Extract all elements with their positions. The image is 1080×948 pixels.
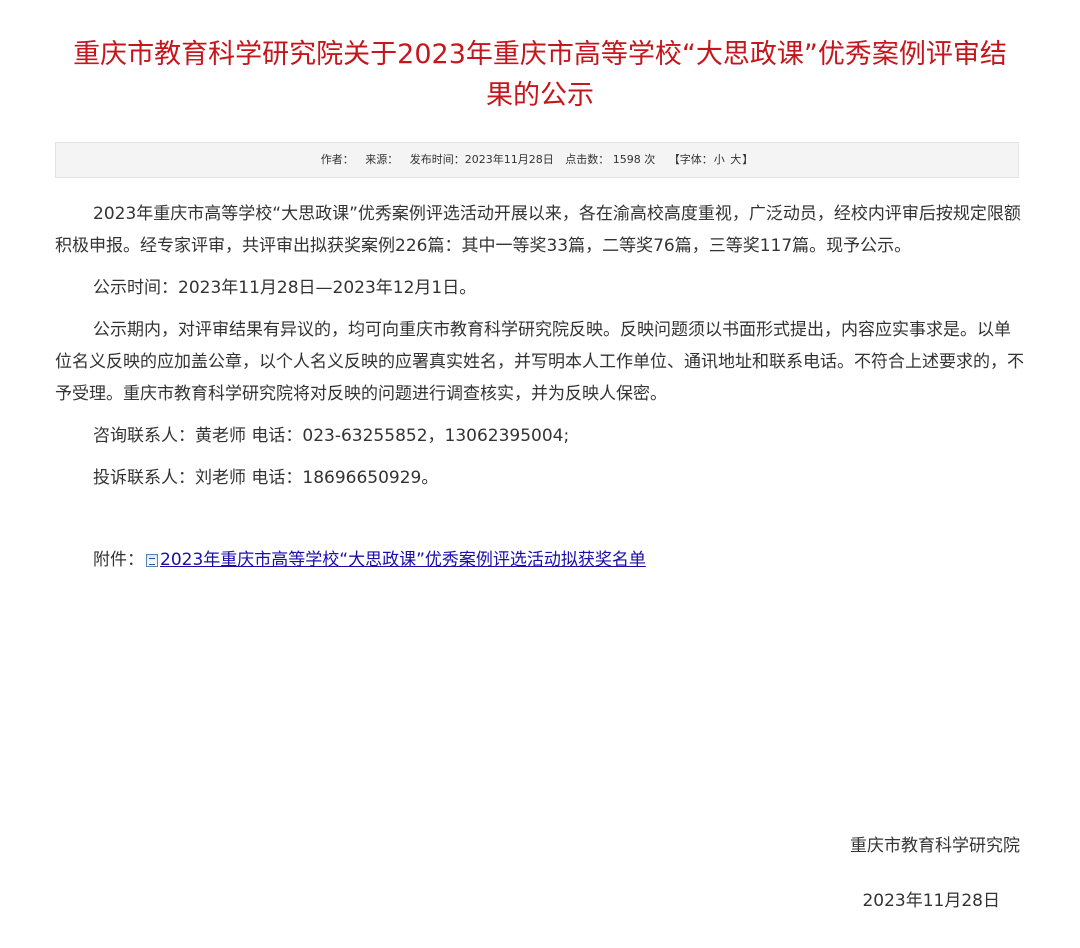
- signature-date: 2023年11月28日: [862, 891, 1000, 911]
- article-meta-bar: 作者： 来源： 发布时间：2023年11月28日 点击数： 1598 次 【字体…: [55, 142, 1019, 178]
- source-label: 来源：: [365, 153, 399, 166]
- publish-time: 发布时间：2023年11月28日: [409, 153, 554, 166]
- signature-org: 重庆市教育科学研究院: [850, 836, 1020, 856]
- attachment-link[interactable]: 2023年重庆市高等学校“大思政课”优秀案例评选活动拟获奖名单: [160, 550, 646, 570]
- font-size-close: 】: [742, 153, 754, 166]
- paragraph-period: 公示时间：2023年11月28日—2023年12月1日。: [93, 278, 477, 298]
- paragraph-complaint-contact: 投诉联系人：刘老师 电话：18696650929。: [93, 468, 439, 488]
- font-size-control: 【字体：小 大】: [669, 153, 754, 166]
- article-page: 重庆市教育科学研究院关于2023年重庆市高等学校“大思政课”优秀案例评审结果的公…: [0, 0, 1080, 948]
- article-title: 重庆市教育科学研究院关于2023年重庆市高等学校“大思政课”优秀案例评审结果的公…: [73, 39, 1007, 111]
- attachment-line: 附件： 2023年重庆市高等学校“大思政课”优秀案例评选活动拟获奖名单: [55, 544, 1025, 576]
- paragraph-consult-contact: 咨询联系人：黄老师 电话：023-63255852，13062395004;: [93, 426, 570, 446]
- article-body: 2023年重庆市高等学校“大思政课”优秀案例评选活动开展以来，各在渝高校高度重视…: [55, 198, 1025, 586]
- font-large-button[interactable]: 大: [730, 153, 741, 166]
- font-small-button[interactable]: 小: [714, 153, 725, 166]
- author-label: 作者：: [320, 153, 354, 166]
- click-count: 点击数： 1598 次: [565, 153, 656, 166]
- font-size-open: 【字体：: [668, 153, 713, 166]
- word-doc-icon: [146, 554, 158, 567]
- attachment-label: 附件：: [93, 550, 144, 570]
- paragraph-objection: 公示期内，对评审结果有异议的，均可向重庆市教育科学研究院反映。反映问题须以书面形…: [55, 320, 1024, 404]
- paragraph-intro: 2023年重庆市高等学校“大思政课”优秀案例评选活动开展以来，各在渝高校高度重视…: [55, 204, 1021, 256]
